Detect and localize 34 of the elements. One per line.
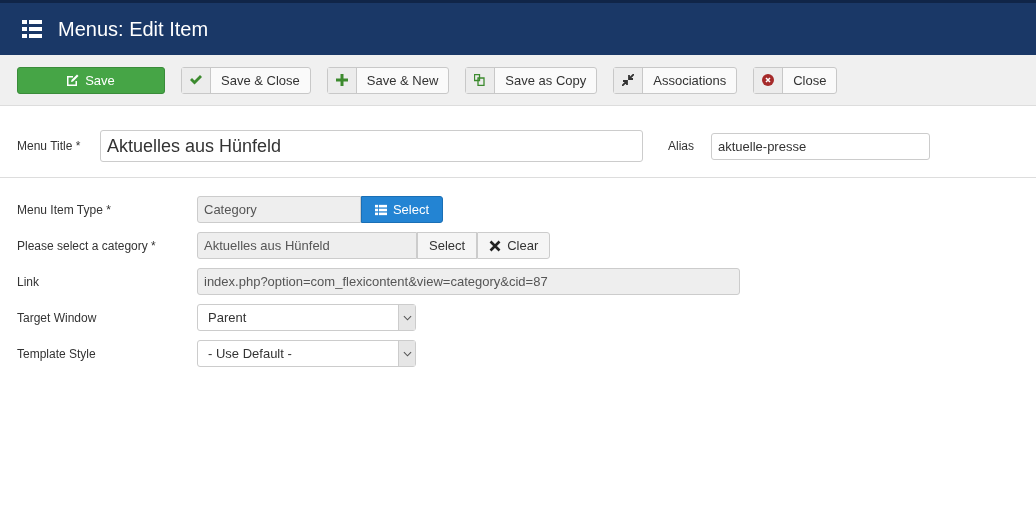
close-icon	[489, 239, 502, 252]
field-label: Please select a category *	[17, 238, 157, 253]
field-label: Menu Item Type *	[17, 202, 112, 217]
toolbar-button[interactable]: Save as Copy	[465, 66, 598, 94]
type-field: Category	[197, 196, 361, 223]
field-label: Link	[17, 274, 40, 289]
toolbar-button[interactable]: Save & New	[326, 66, 450, 94]
list-icon	[22, 20, 42, 38]
toolbar-button[interactable]: Associations	[613, 66, 738, 94]
list-icon	[374, 203, 387, 216]
toolbar-button[interactable]: Close	[753, 66, 838, 94]
title-field[interactable]: Aktuelles aus Hünfeld	[100, 130, 643, 162]
select-button[interactable]: Select	[417, 232, 478, 259]
field-label: Menu Title *	[17, 139, 82, 153]
chevron-icon	[402, 314, 412, 321]
chevron-icon	[402, 350, 412, 357]
category-field: Aktuelles aus Hünfeld	[197, 232, 417, 259]
link-field: index.php?option=com_flexicontent&view=category&cid=87	[197, 268, 740, 295]
field-label: Target Window	[17, 310, 98, 325]
field-label: Template Style	[17, 346, 97, 361]
edit-icon	[67, 74, 80, 86]
field-label: Alias	[668, 139, 695, 153]
shrink-icon	[622, 74, 635, 86]
copy-icon	[474, 74, 487, 86]
check-icon	[190, 74, 202, 86]
clear-button[interactable]: Clear	[477, 232, 551, 259]
select-button[interactable]: Select	[361, 196, 443, 223]
dropdown[interactable]: Parent	[197, 304, 416, 331]
close-icon	[762, 74, 775, 86]
plus-icon	[335, 74, 348, 86]
alias-field[interactable]: aktuelle-presse	[711, 132, 930, 160]
dropdown[interactable]: - Use Default -	[197, 340, 416, 367]
page-title: Menus: Edit Item	[58, 17, 209, 41]
toolbar-button[interactable]: Save & Close	[181, 66, 311, 94]
